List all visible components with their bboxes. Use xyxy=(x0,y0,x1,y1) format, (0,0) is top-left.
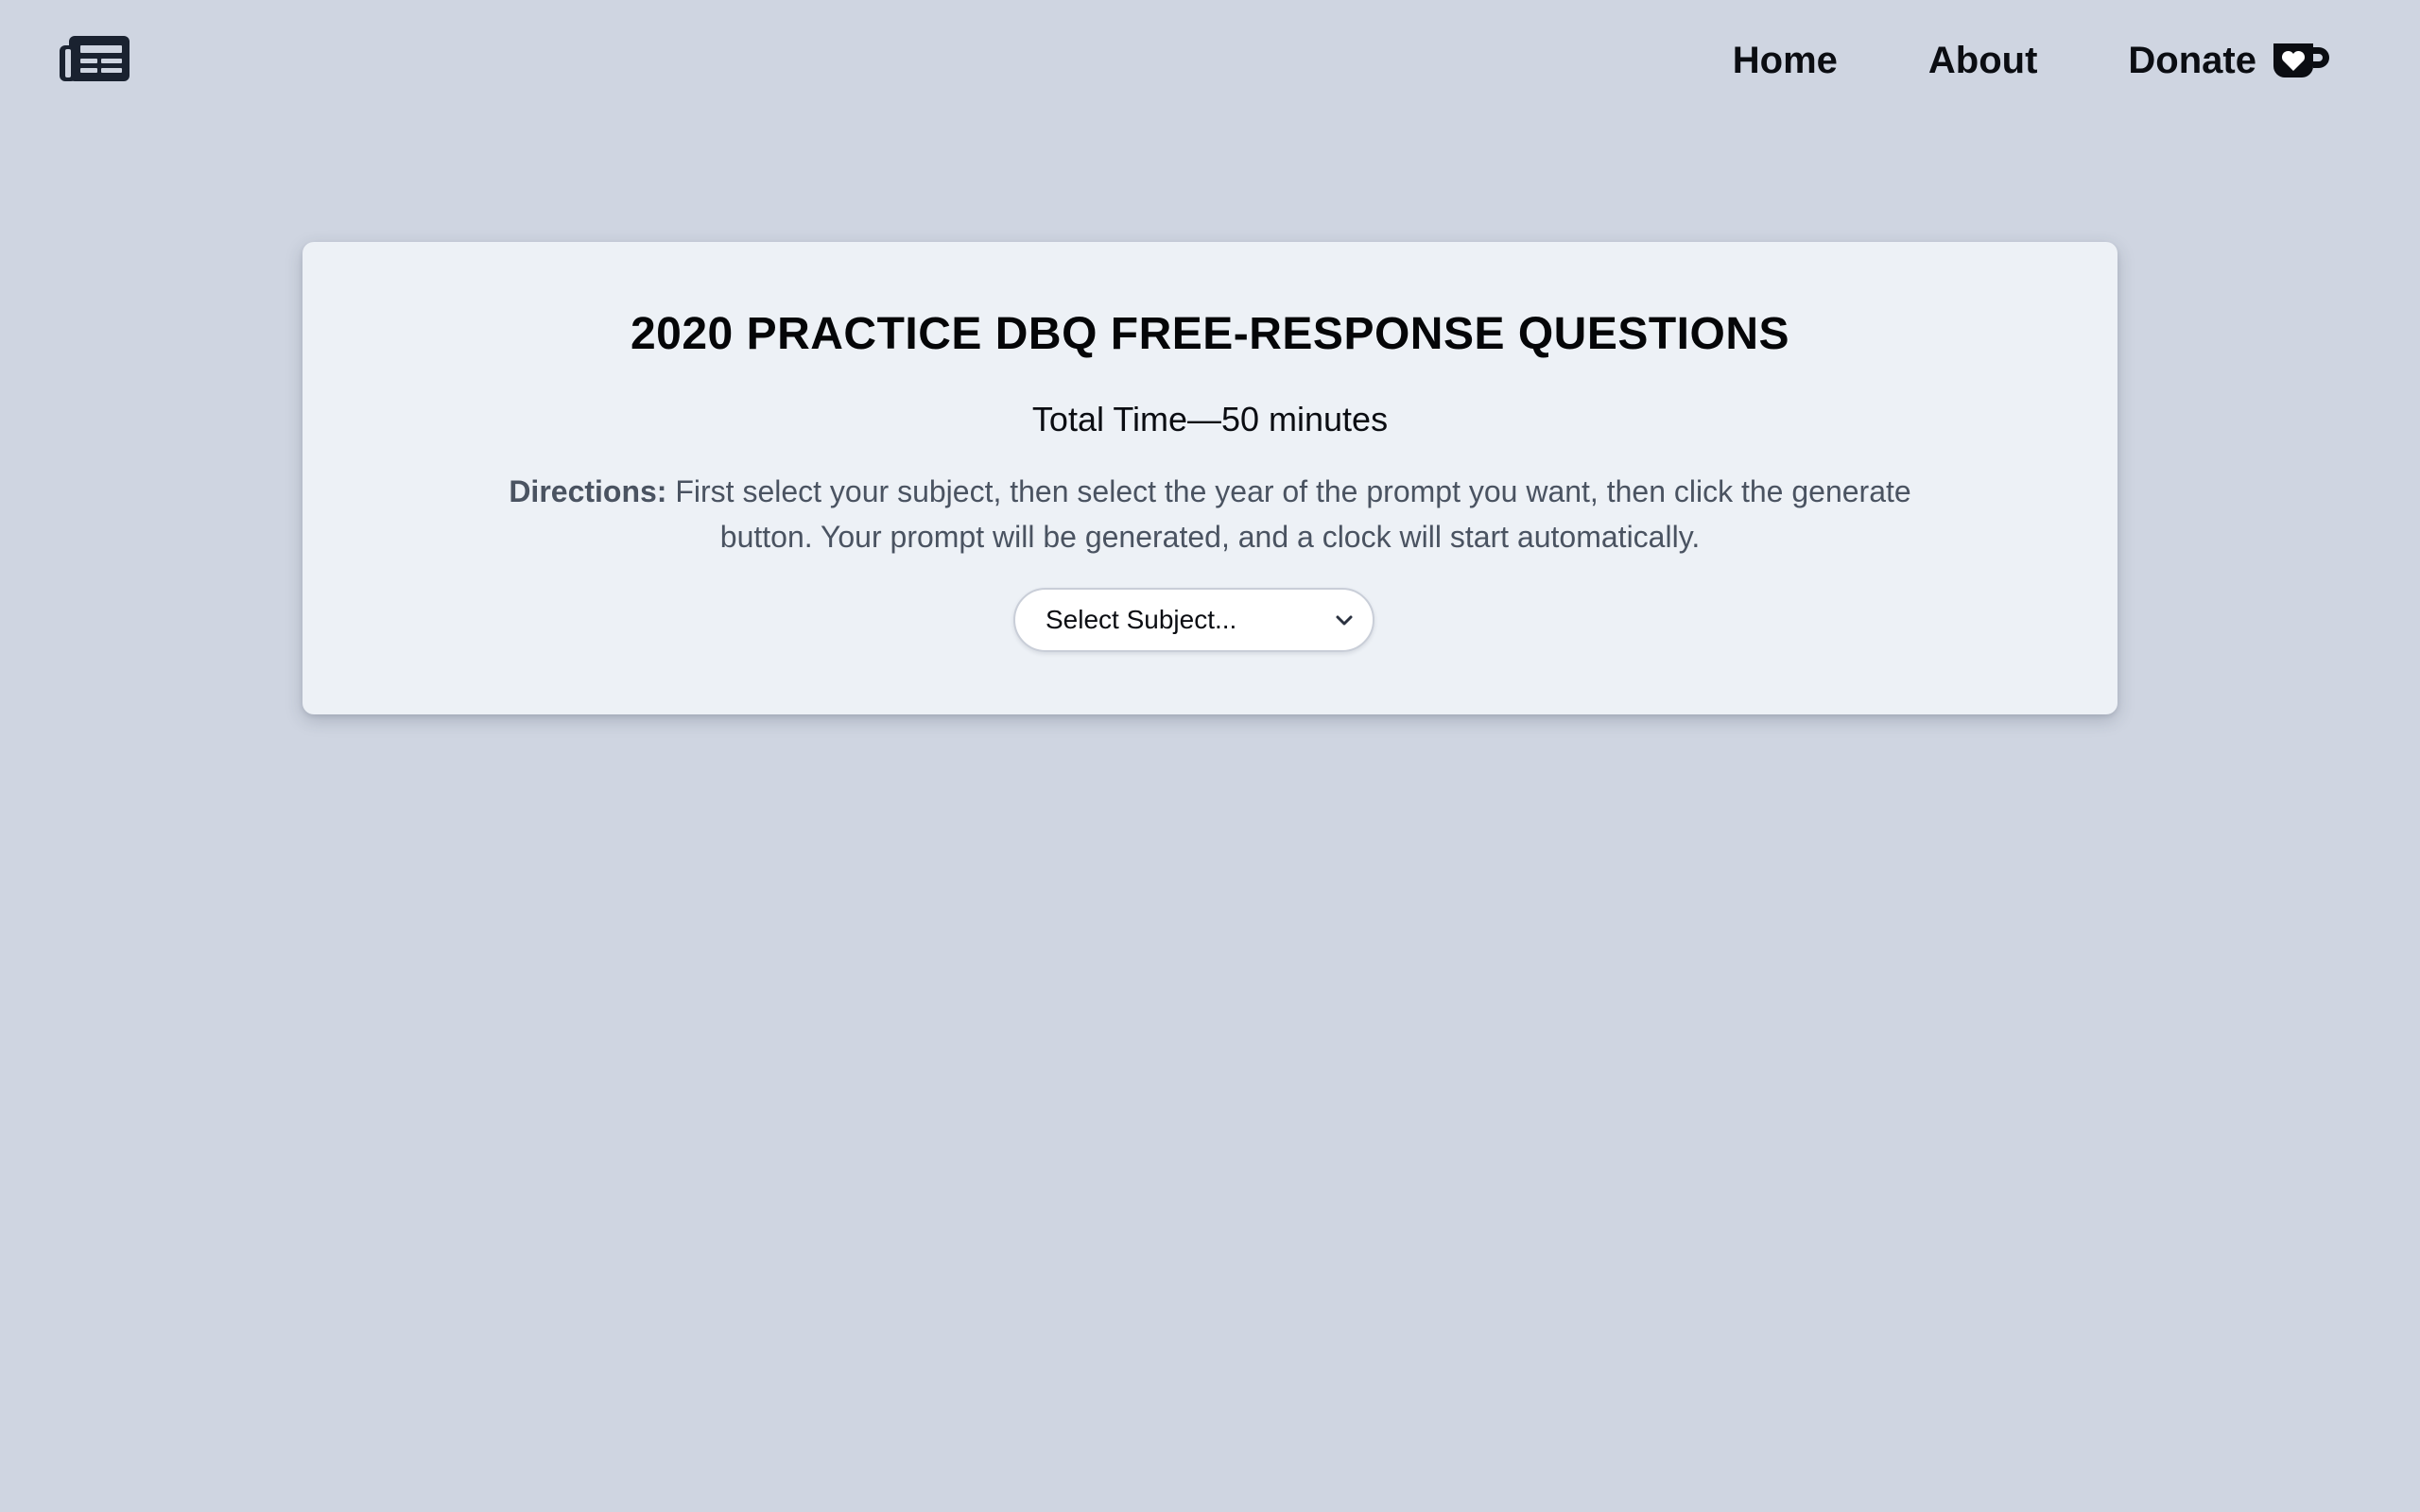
nav-about-link[interactable]: About xyxy=(1928,40,2038,82)
nav-about-label: About xyxy=(1927,39,2038,81)
subject-select-value: Select Subject... xyxy=(1046,605,1237,634)
nav-donate-label: Donate xyxy=(2128,39,2256,81)
top-navigation-bar: Home About Donate xyxy=(0,0,2420,123)
directions-label: Directions: xyxy=(509,474,667,508)
directions-text: First select your subject, then select t… xyxy=(666,474,1911,554)
nav-donate-link[interactable]: Donate xyxy=(2128,40,2330,82)
page-title: 2020 PRACTICE DBQ FREE-RESPONSE QUESTION… xyxy=(630,309,1790,359)
coffee-heart-icon xyxy=(2272,42,2330,79)
nav-home-label: Home xyxy=(1732,39,1838,81)
total-time: Total Time—50 minutes xyxy=(1031,400,1389,438)
directions: Directions: First select your subject, t… xyxy=(463,469,1957,559)
practice-card: 2020 PRACTICE DBQ FREE-RESPONSE QUESTION… xyxy=(302,242,2118,714)
chevron-down-icon xyxy=(1333,609,1356,631)
main-nav: Home About Donate xyxy=(1733,36,2330,85)
nav-home-link[interactable]: Home xyxy=(1733,40,1838,82)
subject-select[interactable]: Select Subject... xyxy=(1013,588,1374,652)
newspaper-icon[interactable] xyxy=(60,36,130,81)
